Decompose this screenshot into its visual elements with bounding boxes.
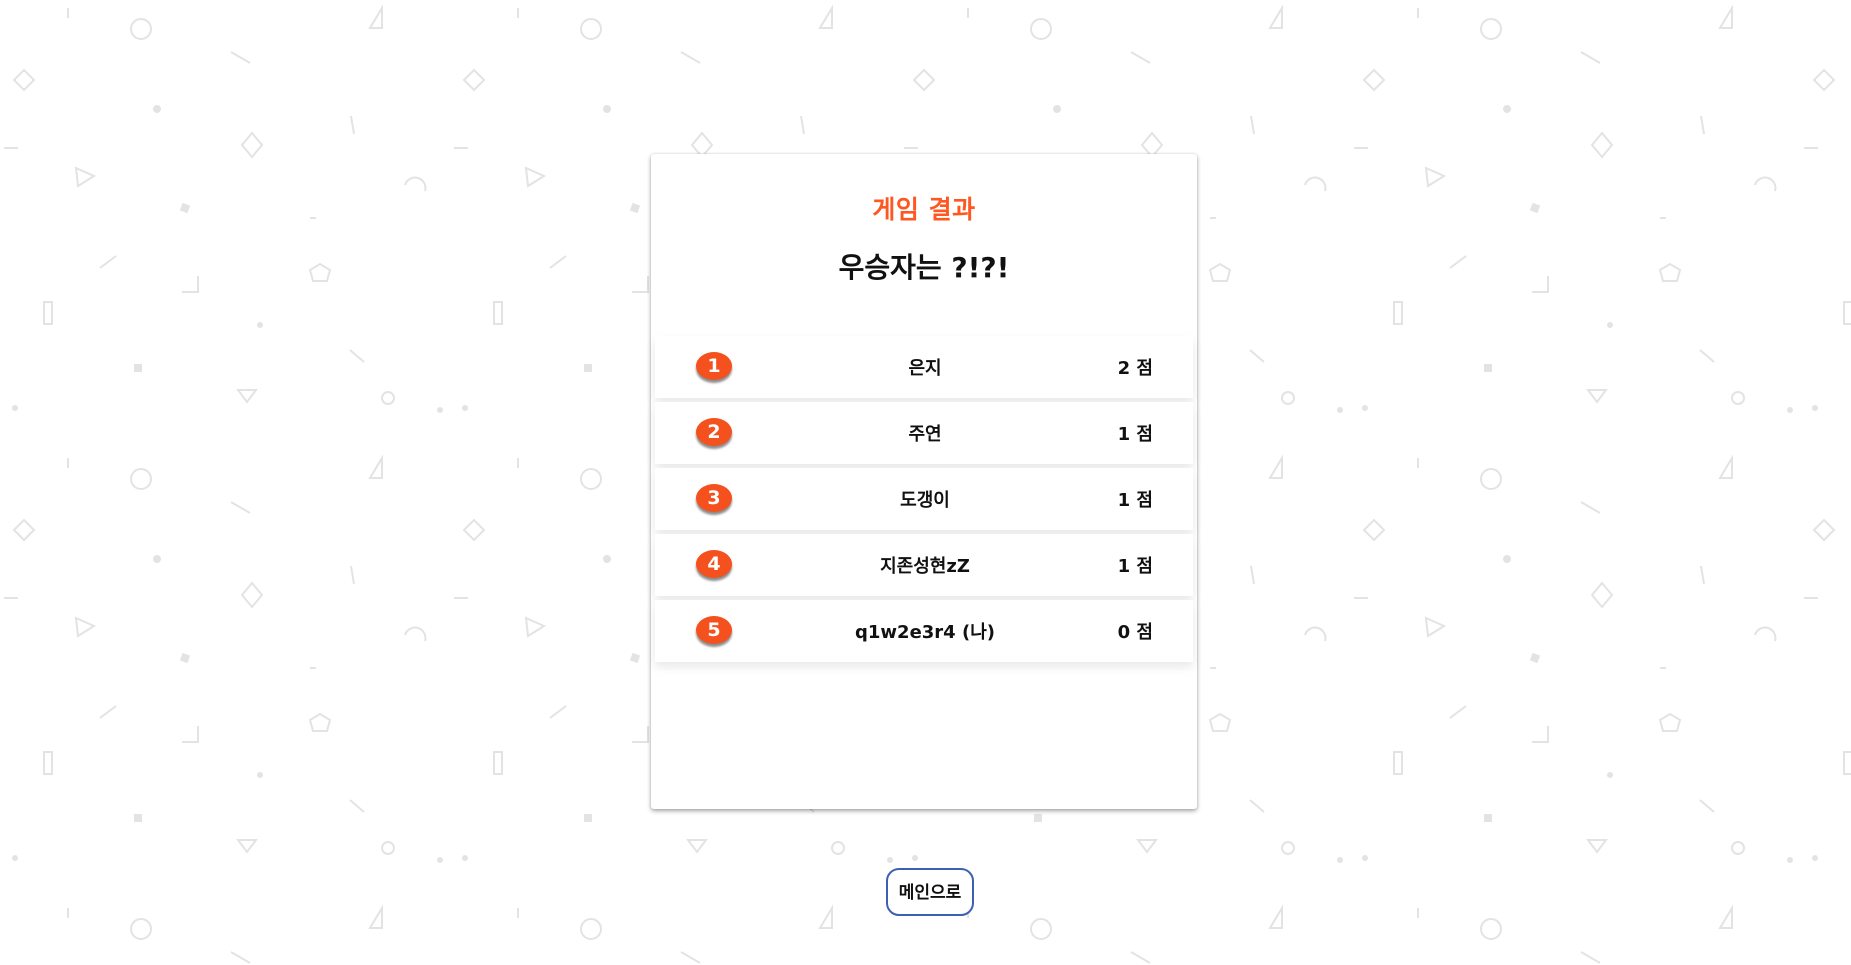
ranking-row: 4 지존성현zZ 1 점 [655, 534, 1193, 596]
player-name: 주연 [908, 424, 942, 445]
rank-badge: 2 [696, 418, 732, 446]
player-score: 2 점 [1117, 358, 1153, 379]
player-name: 지존성현zZ [880, 556, 970, 577]
go-to-main-button[interactable]: 메인으로 [886, 868, 974, 916]
result-title: 게임 결과 [872, 195, 976, 224]
rank-badge: 4 [696, 550, 732, 578]
player-score: 1 점 [1117, 490, 1153, 511]
game-result-card: 게임 결과 우승자는 ?!?! 1 은지 2 점 2 주연 1 점 3 도갱이 … [651, 154, 1197, 809]
ranking-list: 1 은지 2 점 2 주연 1 점 3 도갱이 1 점 4 지존성현zZ 1 점… [655, 336, 1193, 666]
winner-heading: 우승자는 ?!?! [838, 251, 1010, 284]
player-score: 1 점 [1117, 424, 1153, 445]
player-score: 1 점 [1117, 556, 1153, 577]
rank-badge: 1 [696, 352, 732, 380]
player-name: q1w2e3r4 (나) [855, 622, 995, 643]
player-name: 도갱이 [900, 490, 950, 511]
player-score: 0 점 [1117, 622, 1153, 643]
rank-badge: 5 [696, 616, 732, 644]
rank-badge: 3 [696, 484, 732, 512]
ranking-row: 1 은지 2 점 [655, 336, 1193, 398]
ranking-row: 3 도갱이 1 점 [655, 468, 1193, 530]
ranking-row: 5 q1w2e3r4 (나) 0 점 [655, 600, 1193, 662]
ranking-row: 2 주연 1 점 [655, 402, 1193, 464]
player-name: 은지 [908, 358, 942, 379]
